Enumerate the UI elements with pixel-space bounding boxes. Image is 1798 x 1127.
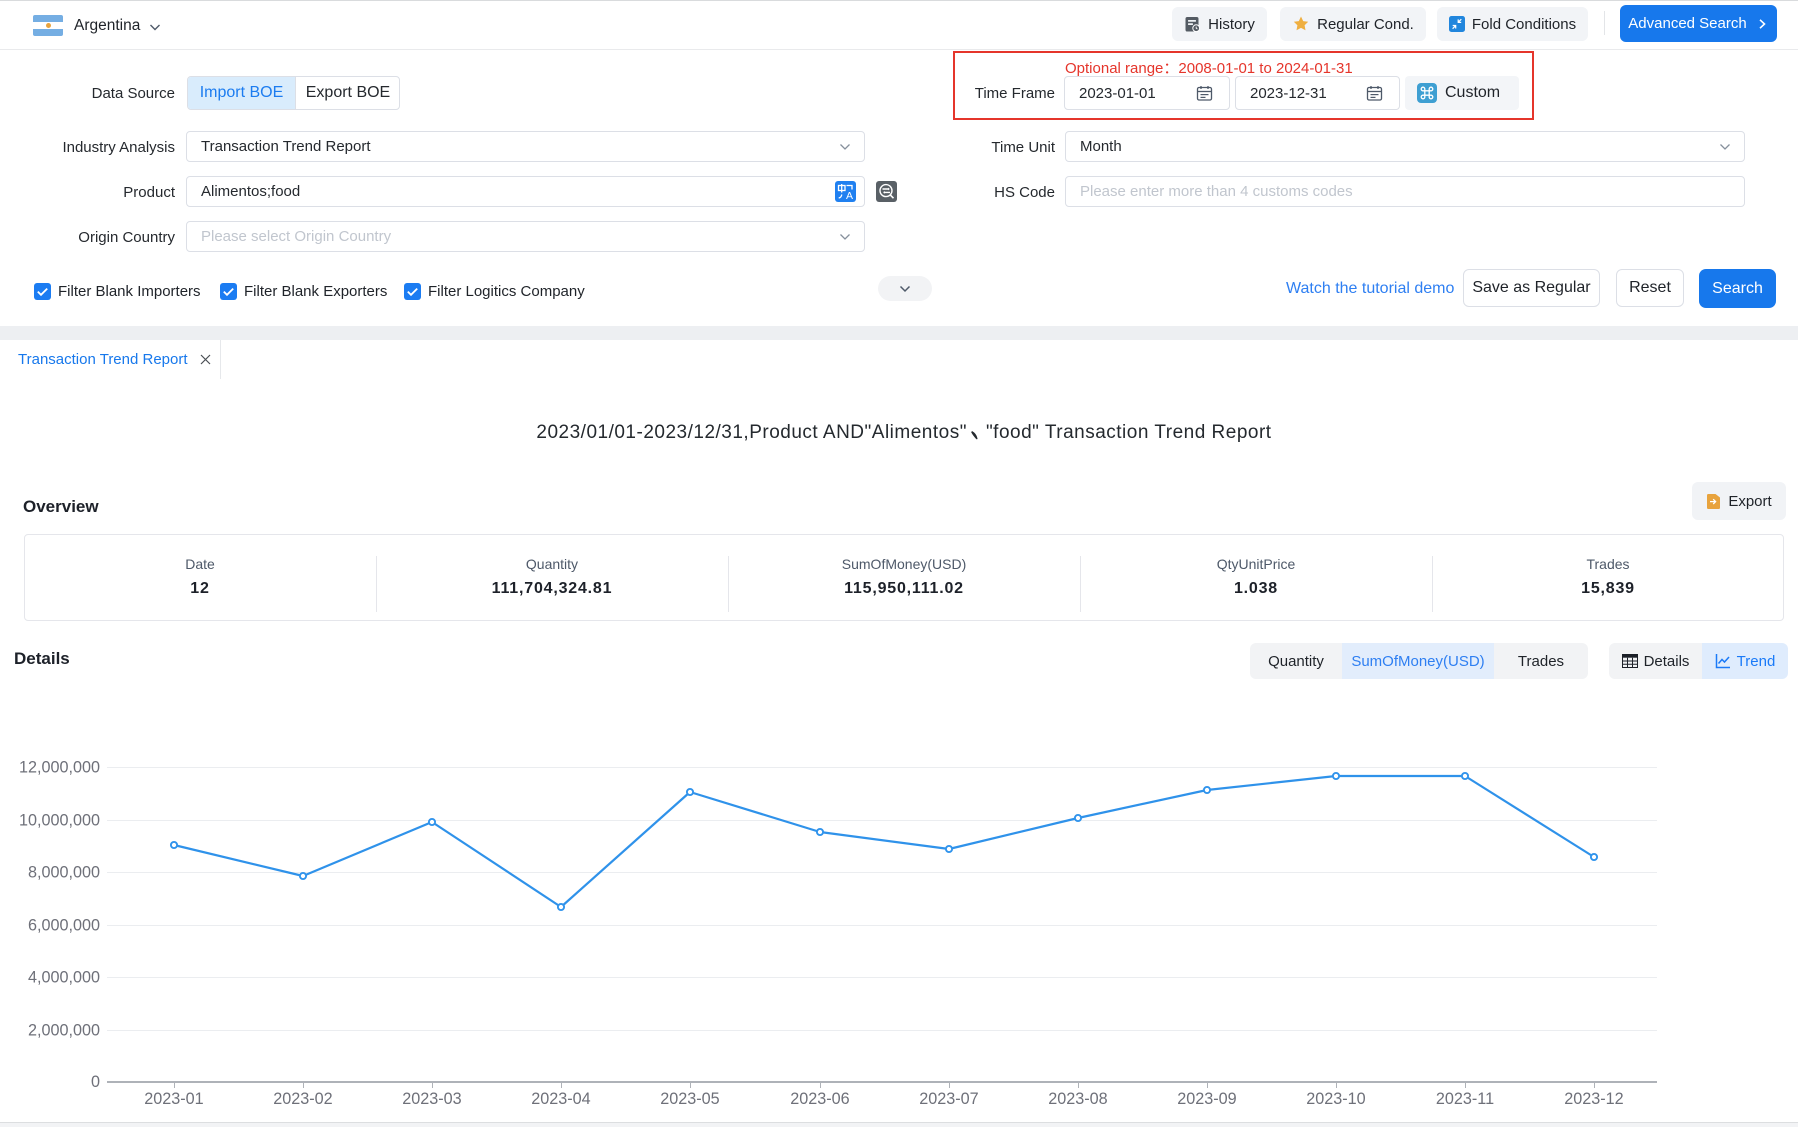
svg-text:2023-02: 2023-02 bbox=[273, 1090, 332, 1108]
svg-text:4,000,000: 4,000,000 bbox=[28, 969, 100, 987]
svg-text:6,000,000: 6,000,000 bbox=[28, 917, 100, 935]
svg-text:2023-01: 2023-01 bbox=[144, 1090, 203, 1108]
svg-text:8,000,000: 8,000,000 bbox=[28, 864, 100, 882]
svg-text:A: A bbox=[846, 190, 853, 202]
svg-text:2023-03: 2023-03 bbox=[402, 1090, 461, 1108]
svg-text:0: 0 bbox=[91, 1073, 100, 1091]
svg-text:2023-09: 2023-09 bbox=[1177, 1090, 1236, 1108]
svg-text:2,000,000: 2,000,000 bbox=[28, 1022, 100, 1040]
svg-text:2023-04: 2023-04 bbox=[531, 1090, 590, 1108]
svg-text:10,000,000: 10,000,000 bbox=[19, 812, 100, 830]
svg-text:2023-07: 2023-07 bbox=[919, 1090, 978, 1108]
svg-text:2023-08: 2023-08 bbox=[1048, 1090, 1107, 1108]
svg-text:2023-12: 2023-12 bbox=[1564, 1090, 1623, 1108]
svg-text:2023-11: 2023-11 bbox=[1436, 1090, 1494, 1108]
svg-text:2023-06: 2023-06 bbox=[790, 1090, 849, 1108]
svg-text:2023-10: 2023-10 bbox=[1306, 1090, 1365, 1108]
svg-text:2023-05: 2023-05 bbox=[660, 1090, 719, 1108]
svg-text:12,000,000: 12,000,000 bbox=[19, 759, 100, 777]
